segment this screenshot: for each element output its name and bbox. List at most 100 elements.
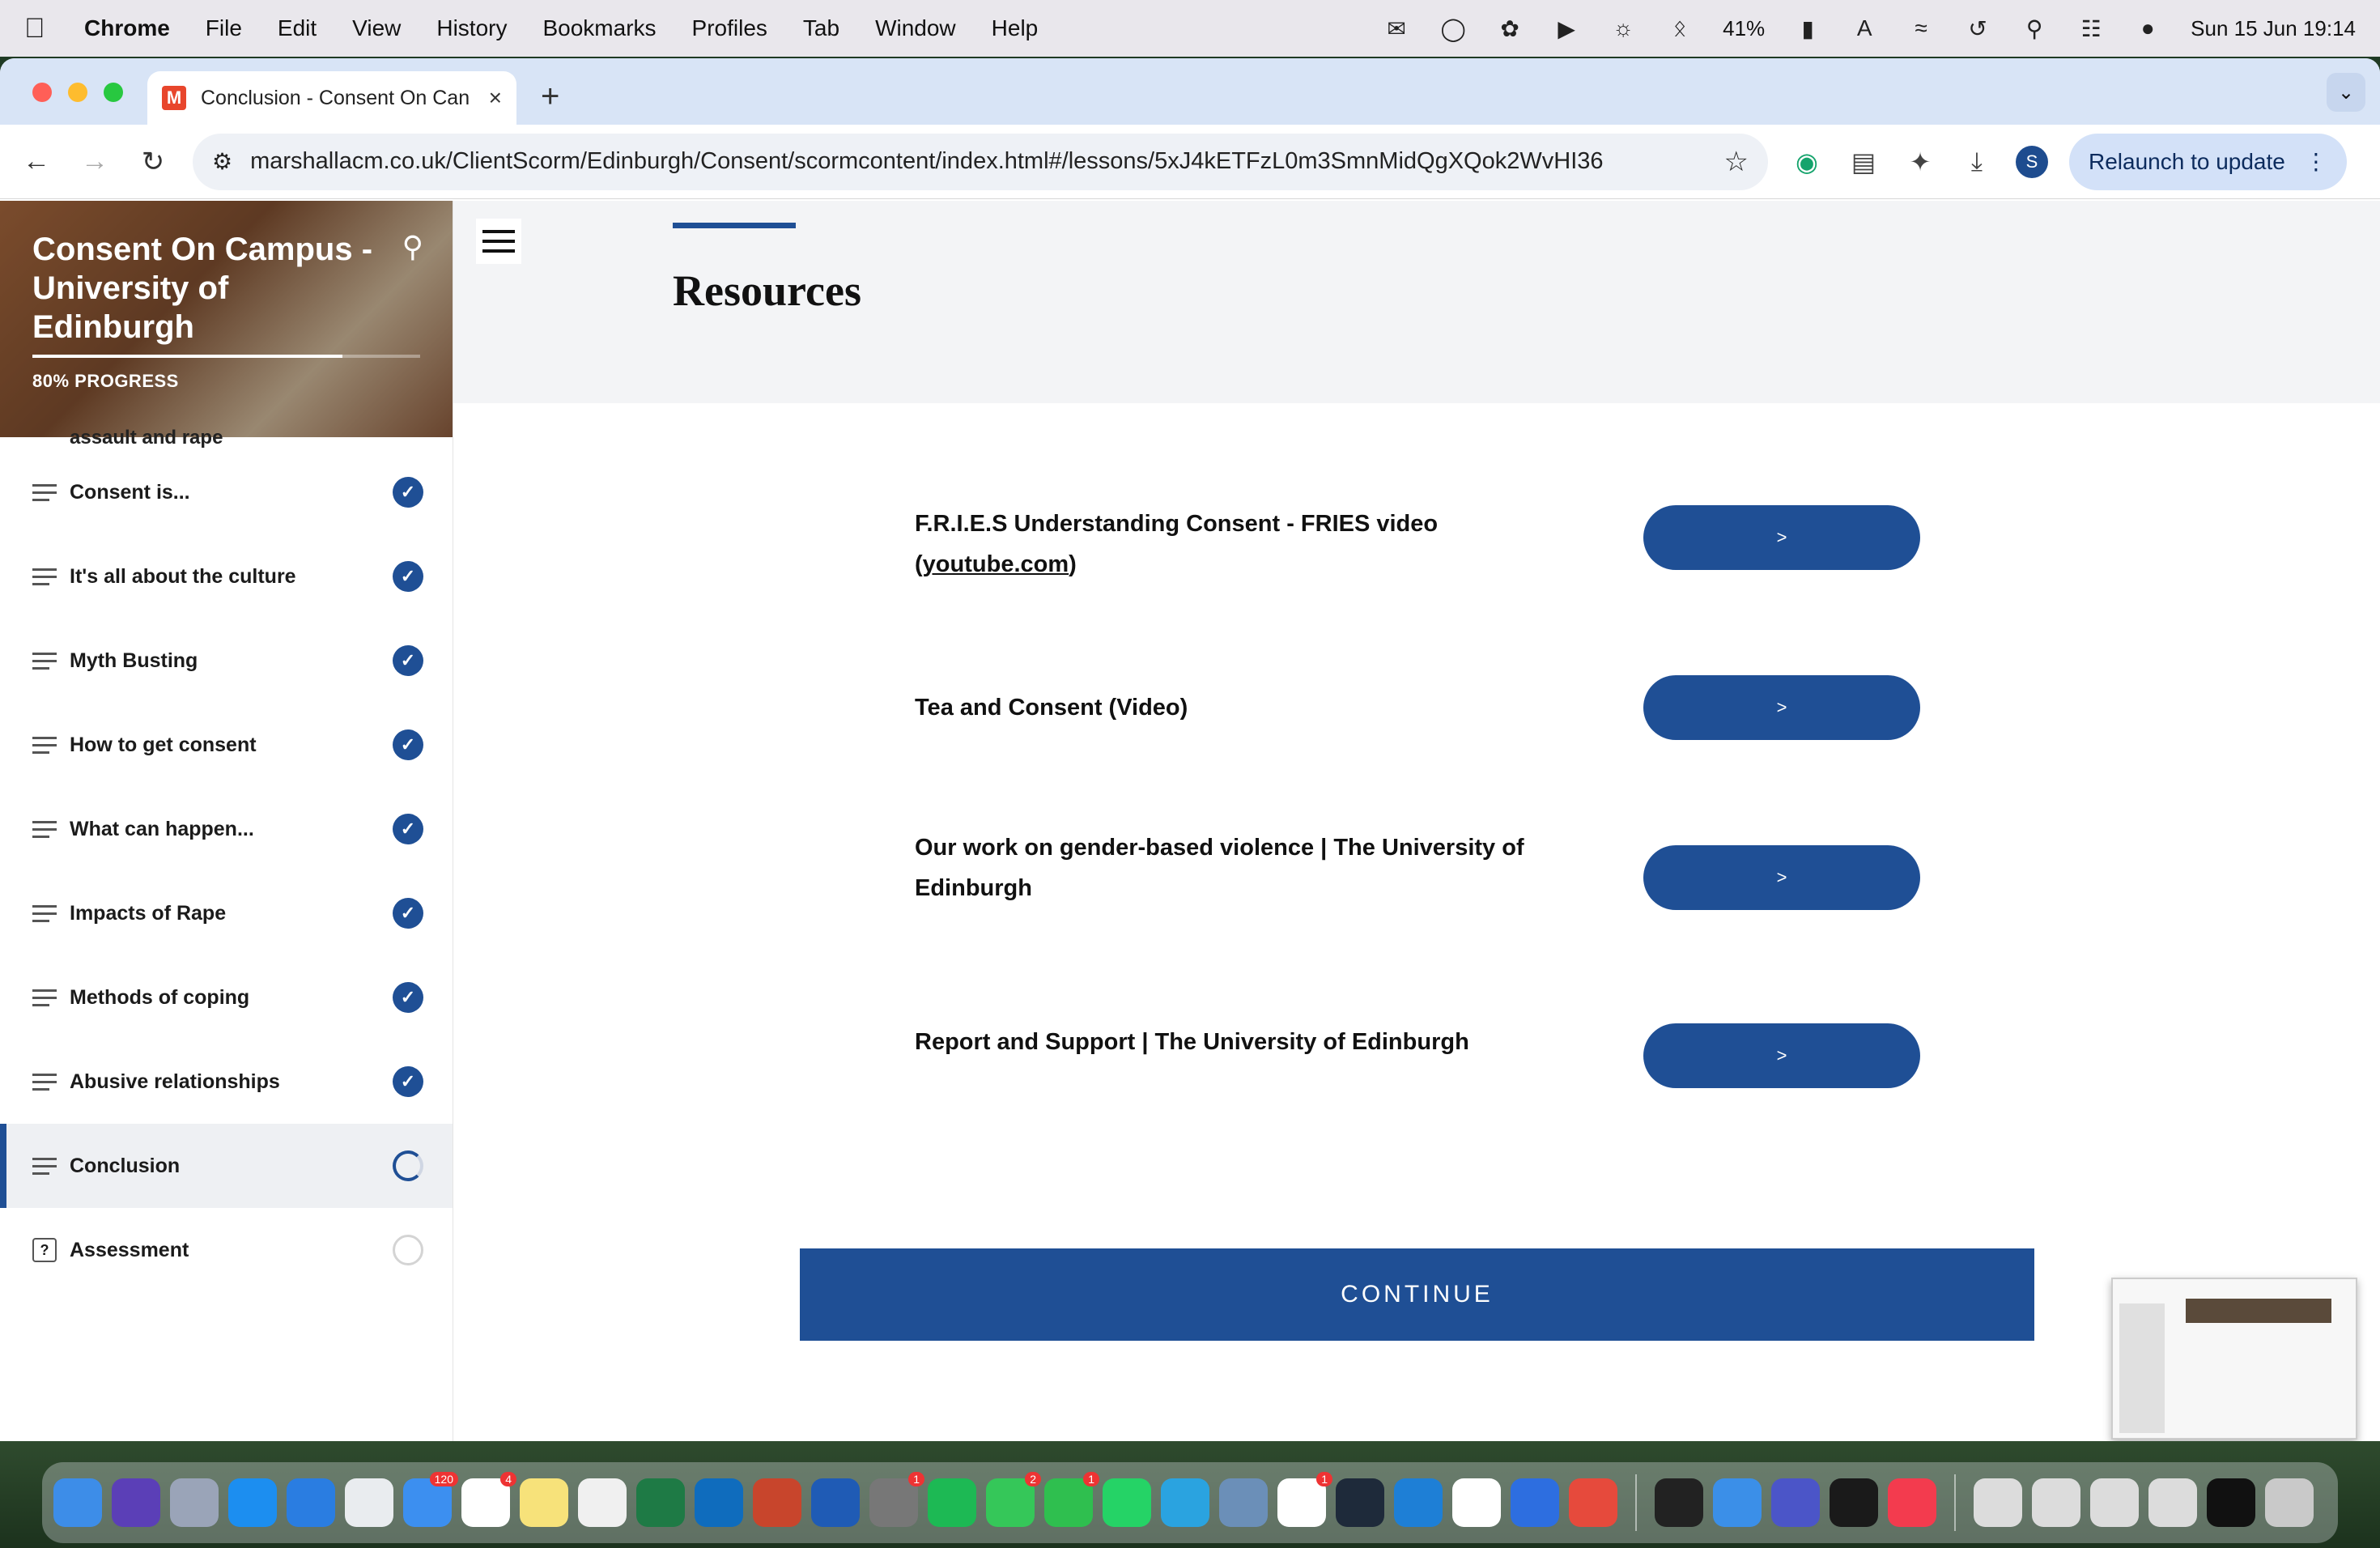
menu-edit[interactable]: Edit <box>278 15 317 41</box>
lesson-item-myth-busting[interactable]: Myth Busting ✓ <box>0 619 453 703</box>
resource-open-button[interactable]: > <box>1643 1023 1920 1088</box>
wifi-icon[interactable]: ≈ <box>1907 15 1935 42</box>
more-options-icon[interactable]: ⋮ <box>2305 148 2327 175</box>
lesson-item-abusive-relationships[interactable]: Abusive relationships ✓ <box>0 1040 453 1124</box>
screenshot-thumbnail[interactable] <box>2111 1278 2357 1440</box>
forward-button[interactable]: → <box>76 146 113 177</box>
menu-profiles[interactable]: Profiles <box>692 15 767 41</box>
new-tab-button[interactable]: + <box>541 79 559 115</box>
menubar-clock[interactable]: Sun 15 Jun 19:14 <box>2191 16 2356 41</box>
photos-icon[interactable] <box>578 1478 627 1527</box>
notes-icon[interactable] <box>520 1478 568 1527</box>
app-store-icon[interactable] <box>228 1478 277 1527</box>
facetime-icon[interactable]: 1 <box>1044 1472 1099 1527</box>
control-center-icon[interactable]: ☷ <box>2077 15 2105 42</box>
address-bar[interactable]: ⚙ marshallacm.co.uk/ClientScorm/Edinburg… <box>193 133 1768 190</box>
spotify-icon[interactable] <box>928 1478 976 1527</box>
system-settings-icon[interactable]: 1 <box>869 1472 924 1527</box>
word-icon[interactable] <box>811 1478 860 1527</box>
url-text[interactable]: marshallacm.co.uk/ClientScorm/Edinburgh/… <box>250 148 1707 175</box>
lesson-item-how-to-get-consent[interactable]: How to get consent ✓ <box>0 703 453 787</box>
launchpad-icon[interactable] <box>170 1478 219 1527</box>
zoom-window-button[interactable] <box>104 83 123 102</box>
preview-icon[interactable] <box>1219 1478 1268 1527</box>
chatgpt-icon[interactable] <box>1655 1478 1703 1527</box>
telegram-icon[interactable] <box>1161 1478 1209 1527</box>
time-machine-icon[interactable]: ↺ <box>1964 15 1991 42</box>
spotlight-search-icon[interactable]: ⚲ <box>2021 15 2048 42</box>
excel-icon[interactable] <box>636 1478 685 1527</box>
relaunch-button[interactable]: Relaunch to update ⋮ <box>2069 133 2347 190</box>
menu-history[interactable]: History <box>436 15 507 41</box>
outlook-status-icon[interactable]: ✉ <box>1383 15 1410 42</box>
site-info-icon[interactable]: ⚙ <box>212 148 232 175</box>
menu-help[interactable]: Help <box>992 15 1039 41</box>
battery-icon[interactable]: ▮ <box>1794 15 1821 42</box>
menu-bookmarks[interactable]: Bookmarks <box>542 15 656 41</box>
notion-icon[interactable] <box>1452 1478 1501 1527</box>
finder-icon[interactable] <box>53 1478 102 1527</box>
menu-view[interactable]: View <box>352 15 401 41</box>
teams-icon[interactable] <box>1771 1478 1820 1527</box>
recent-window-icon[interactable] <box>2148 1478 2197 1527</box>
minimize-window-button[interactable] <box>68 83 87 102</box>
search-icon[interactable]: ⚲ <box>402 230 423 264</box>
recent-window-icon[interactable] <box>2090 1478 2139 1527</box>
powerpoint-icon[interactable] <box>753 1478 801 1527</box>
siri-app-icon[interactable] <box>112 1478 160 1527</box>
lesson-item-assessment[interactable]: ? Assessment <box>0 1208 453 1292</box>
reader-mode-icon[interactable]: ▤ <box>1846 147 1881 177</box>
safari-icon[interactable] <box>287 1478 335 1527</box>
lesson-item-what-can-happen[interactable]: What can happen... ✓ <box>0 787 453 871</box>
menu-app-name[interactable]: Chrome <box>84 15 170 41</box>
menu-toggle-button[interactable] <box>476 219 521 264</box>
profile-avatar[interactable]: S <box>2016 145 2048 178</box>
menu-window[interactable]: Window <box>875 15 956 41</box>
trash-icon[interactable] <box>2265 1478 2314 1527</box>
calendar-icon[interactable]: 4 <box>461 1472 516 1527</box>
keynote-icon[interactable] <box>1713 1478 1762 1527</box>
activity-monitor-icon[interactable] <box>1830 1478 1878 1527</box>
music-icon[interactable] <box>1888 1478 1936 1527</box>
bookmark-star-icon[interactable]: ☆ <box>1724 146 1749 178</box>
brightness-status-icon[interactable]: ☼ <box>1609 15 1637 42</box>
arc-app-icon[interactable] <box>1511 1478 1559 1527</box>
lesson-item-culture[interactable]: It's all about the culture ✓ <box>0 534 453 619</box>
grammarly-extension-icon[interactable]: ◉ <box>1789 147 1825 177</box>
vscode-icon[interactable] <box>1394 1478 1443 1527</box>
mail-icon[interactable]: 120 <box>403 1472 458 1527</box>
sync-status-icon[interactable]: ◯ <box>1439 15 1467 42</box>
reload-button[interactable]: ↻ <box>134 146 172 178</box>
keyboard-input-icon[interactable]: A <box>1851 15 1878 42</box>
lesson-item-conclusion[interactable]: Conclusion <box>0 1124 453 1208</box>
chatgpt-status-icon[interactable]: ✿ <box>1496 15 1524 42</box>
recent-window-icon[interactable] <box>1974 1478 2022 1527</box>
downloads-icon[interactable]: ⤓ <box>1959 147 1995 177</box>
back-button[interactable]: ← <box>18 146 55 177</box>
recent-window-icon[interactable] <box>2032 1478 2080 1527</box>
chrome-icon[interactable] <box>345 1478 393 1527</box>
zotero-icon[interactable] <box>1569 1478 1617 1527</box>
lesson-item-consent-is[interactable]: Consent is... ✓ <box>0 450 453 534</box>
resource-open-button[interactable]: > <box>1643 505 1920 570</box>
apple-icon[interactable]:  <box>24 13 52 45</box>
menu-file[interactable]: File <box>206 15 242 41</box>
close-window-button[interactable] <box>32 83 52 102</box>
menu-tab[interactable]: Tab <box>803 15 839 41</box>
resource-open-button[interactable]: > <box>1643 675 1920 740</box>
tab-search-button[interactable]: ⌄ <box>2327 73 2365 112</box>
continue-button[interactable]: CONTINUE <box>800 1248 2034 1341</box>
play-status-icon[interactable]: ▶ <box>1553 15 1580 42</box>
lesson-item-methods-of-coping[interactable]: Methods of coping ✓ <box>0 955 453 1040</box>
whatsapp-icon[interactable] <box>1103 1478 1151 1527</box>
siri-icon[interactable]: ● <box>2134 15 2161 42</box>
resource-link[interactable]: youtube.com <box>923 551 1069 577</box>
slack-icon[interactable]: 1 <box>1277 1472 1332 1527</box>
tab-close-icon[interactable]: × <box>489 85 502 111</box>
resource-open-button[interactable]: > <box>1643 845 1920 910</box>
messages-icon[interactable]: 2 <box>986 1472 1041 1527</box>
bluetooth-icon[interactable]: ᛟ <box>1666 15 1694 42</box>
cursor-app-icon[interactable] <box>1336 1478 1384 1527</box>
outlook-icon[interactable] <box>695 1478 743 1527</box>
lesson-item-impacts-of-rape[interactable]: Impacts of Rape ✓ <box>0 871 453 955</box>
